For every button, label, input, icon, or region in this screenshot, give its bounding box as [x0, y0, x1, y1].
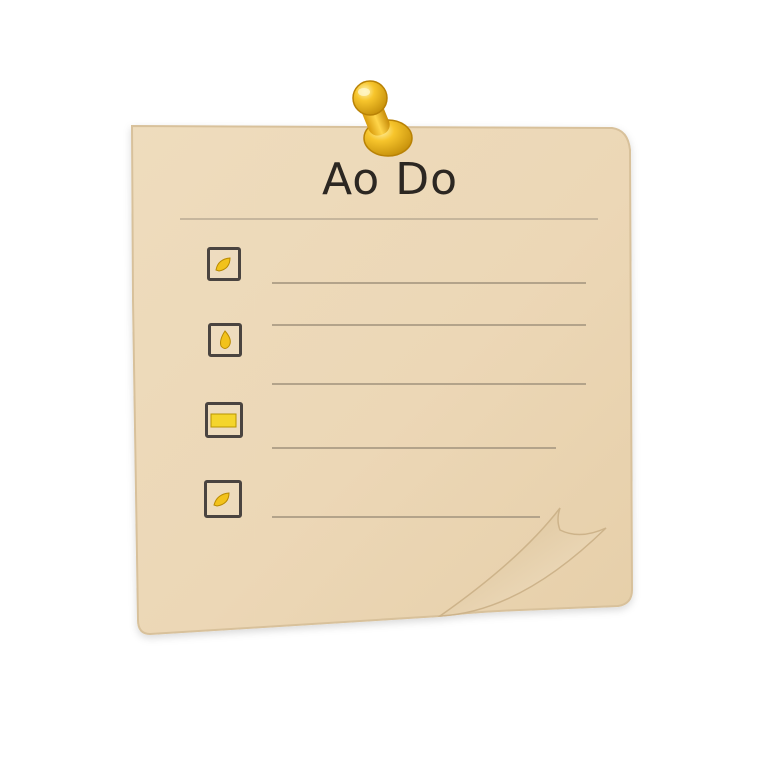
leaf-check-icon: [215, 257, 231, 272]
todo-checkbox[interactable]: [208, 323, 242, 357]
drop-check-icon: [220, 330, 231, 349]
leaf-check-icon: [213, 492, 230, 507]
todo-checkbox[interactable]: [207, 247, 241, 281]
note-paper: [130, 80, 634, 636]
bar-check-icon: [210, 413, 237, 428]
note-title: Ao Do: [321, 154, 459, 205]
todo-checkbox[interactable]: [204, 480, 242, 518]
todo-note-illustration: Ao Do: [0, 0, 768, 768]
todo-checkbox[interactable]: [205, 402, 243, 438]
